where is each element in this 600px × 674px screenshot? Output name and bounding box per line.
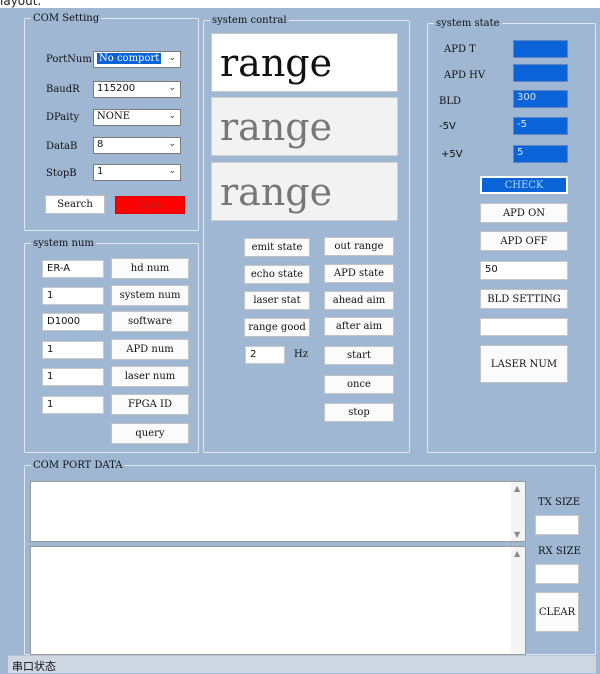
laser-num-set-button[interactable]: LASER NUM: [480, 345, 568, 383]
out-range-button[interactable]: out range: [324, 237, 394, 256]
rx-size-label: RX SIZE: [538, 546, 581, 557]
bld-value: 300: [513, 90, 568, 108]
open-button[interactable]: Open: [115, 196, 185, 214]
baud-value: 115200: [97, 83, 136, 94]
apd-off-button[interactable]: APD OFF: [480, 231, 568, 251]
bld-label: BLD: [439, 96, 462, 107]
scroll-up-icon[interactable]: ▲: [514, 549, 520, 558]
after-aim-button[interactable]: after aim: [324, 317, 394, 336]
pos5v-label: +5V: [441, 149, 463, 160]
bld-setting-button[interactable]: BLD SETTING: [480, 289, 568, 309]
ahead-aim-button[interactable]: ahead aim: [324, 291, 394, 310]
fpga-id-field[interactable]: 1: [42, 396, 104, 414]
laser-num-input[interactable]: [480, 318, 568, 336]
apd-on-button[interactable]: APD ON: [480, 203, 568, 223]
range-display-2: range: [211, 97, 398, 156]
port-select[interactable]: No comport ⌄: [93, 51, 181, 68]
search-button[interactable]: Search: [45, 195, 105, 214]
laser-stat-button[interactable]: laser stat: [244, 291, 310, 310]
status-bar: 串口状态: [8, 655, 596, 673]
data-bits-value: 8: [97, 139, 104, 150]
fpga-id-button[interactable]: FPGA ID: [111, 394, 189, 415]
hd-num-field[interactable]: ER-A: [42, 260, 104, 278]
tx-scrollbar[interactable]: ▲ ▼: [511, 482, 525, 541]
scroll-down-icon[interactable]: ▼: [514, 530, 520, 539]
hz-unit-label: Hz: [294, 349, 308, 360]
com-setting-legend: COM Setting: [33, 13, 100, 24]
rx-data-area[interactable]: ▲: [30, 546, 526, 655]
clear-button[interactable]: CLEAR: [535, 592, 579, 632]
apd-t-label: APD T: [444, 44, 476, 55]
neg5v-value: -5: [513, 117, 568, 135]
apd-state-button[interactable]: APD state: [324, 264, 394, 283]
pos5v-value: 5: [513, 145, 568, 163]
tx-size-label: TX SIZE: [538, 497, 581, 508]
tx-data-area[interactable]: ▲ ▼: [30, 481, 526, 542]
chevron-down-icon: ⌄: [168, 53, 176, 63]
check-button[interactable]: CHECK: [480, 176, 568, 194]
neg5v-label: -5V: [439, 121, 456, 132]
query-button[interactable]: query: [111, 423, 189, 444]
apd-num-button[interactable]: APD num: [111, 339, 189, 360]
stop-button[interactable]: stop: [324, 403, 394, 422]
once-button[interactable]: once: [324, 375, 394, 394]
parity-value: NONE: [97, 111, 130, 122]
data-bits-select[interactable]: 8 ⌄: [93, 137, 181, 154]
apd-hv-value: [513, 64, 568, 82]
apd-hv-label: APD HV: [444, 70, 486, 81]
range-display-3: range: [211, 162, 398, 221]
data-bits-label: DataB: [46, 141, 78, 152]
apd-num-field[interactable]: 1: [42, 341, 104, 359]
port-value: No comport: [97, 53, 162, 64]
window-title-fragment: layout.: [0, 0, 42, 8]
start-button[interactable]: start: [324, 346, 394, 365]
parity-select[interactable]: NONE ⌄: [93, 109, 181, 126]
chevron-down-icon: ⌄: [168, 166, 176, 176]
system-num-legend: system num: [33, 238, 94, 249]
chevron-down-icon: ⌄: [168, 139, 176, 149]
emit-state-button[interactable]: emit state: [244, 238, 310, 257]
laser-num-button[interactable]: laser num: [111, 366, 189, 387]
stop-bits-value: 1: [97, 166, 104, 177]
tx-size-field[interactable]: [535, 515, 579, 535]
system-control-legend: system contral: [212, 15, 287, 26]
laser-num-field[interactable]: 1: [42, 368, 104, 386]
baud-select[interactable]: 115200 ⌄: [93, 81, 181, 98]
bld-setting-field[interactable]: 50: [480, 261, 568, 280]
hd-num-button[interactable]: hd num: [111, 258, 189, 279]
hz-field[interactable]: 2: [245, 346, 285, 364]
system-num-field[interactable]: 1: [42, 287, 104, 305]
apd-t-value: [513, 40, 568, 58]
window-title-strip: layout.: [0, 0, 600, 8]
chevron-down-icon: ⌄: [168, 83, 176, 93]
port-label: PortNum: [46, 54, 92, 65]
scroll-up-icon[interactable]: ▲: [514, 484, 520, 493]
com-port-data-legend: COM PORT DATA: [33, 460, 123, 471]
range-good-button[interactable]: range good: [244, 318, 310, 337]
rx-size-field[interactable]: [535, 564, 579, 584]
stop-bits-select[interactable]: 1 ⌄: [93, 164, 181, 181]
status-text: 串口状态: [12, 660, 56, 673]
baud-label: BaudR: [46, 84, 80, 95]
chevron-down-icon: ⌄: [168, 111, 176, 121]
software-button[interactable]: software: [111, 311, 189, 332]
parity-label: DPaity: [46, 112, 80, 123]
range-display-1: range: [211, 33, 398, 92]
system-state-legend: system state: [436, 18, 500, 29]
software-field[interactable]: D1000: [42, 313, 104, 331]
rx-scrollbar[interactable]: ▲: [511, 547, 525, 654]
system-num-button[interactable]: system num: [111, 285, 189, 306]
echo-state-button[interactable]: echo state: [244, 265, 310, 284]
stop-bits-label: StopB: [46, 168, 77, 179]
